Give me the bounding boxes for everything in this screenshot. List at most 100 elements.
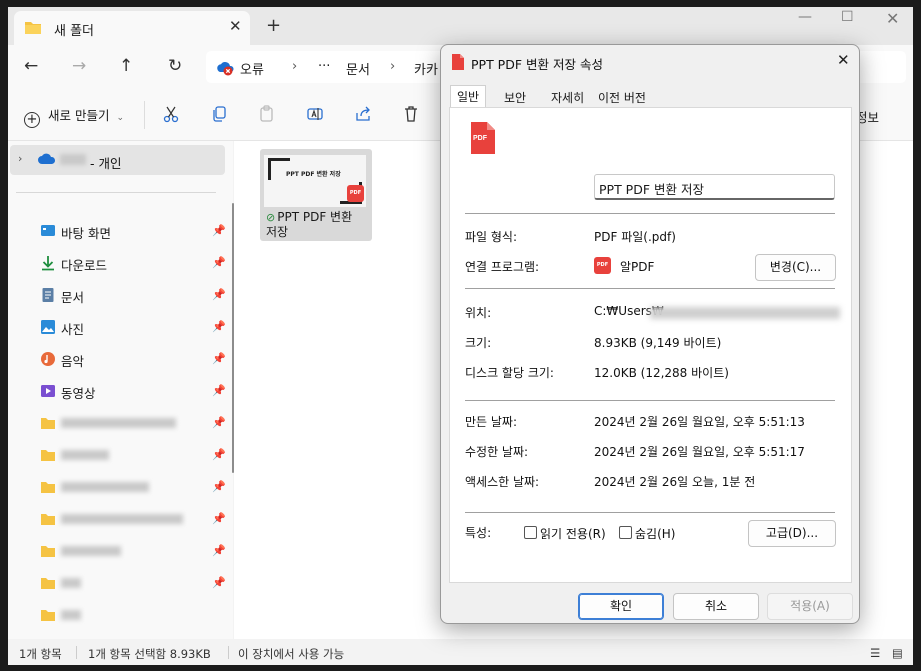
pin-icon: 📌: [212, 544, 226, 557]
file-type-label: 파일 형식:: [465, 230, 518, 244]
ok-button[interactable]: 확인: [578, 593, 664, 620]
breadcrumb-item[interactable]: 오류: [240, 59, 264, 78]
new-tab-button[interactable]: +: [266, 15, 281, 36]
tiles-view-icon[interactable]: ▤: [892, 646, 903, 660]
file-item-selected[interactable]: PPT PDF 변환 저장 PDF ⊘ PPT PDF 변환 저장: [260, 149, 372, 241]
up-arrow-icon[interactable]: ↑: [119, 56, 133, 76]
folder-icon: [41, 610, 55, 621]
sidebar-item-folder[interactable]: 📌: [36, 539, 226, 563]
sidebar-item-folder[interactable]: 📌: [36, 475, 226, 499]
breadcrumb-more[interactable]: ···: [318, 59, 330, 74]
file-name-field[interactable]: PPT PDF 변환 저장: [594, 174, 835, 200]
divider: [76, 646, 77, 659]
back-arrow-icon[interactable]: ←: [24, 56, 38, 76]
properties-dialog: PPT PDF 변환 저장 속성 ✕ 일반 보안 자세히 이전 버전 PDF P…: [440, 44, 860, 624]
file-name: ⊘ PPT PDF 변환 저장: [266, 210, 366, 239]
pin-icon: 📌: [212, 480, 226, 493]
dialog-title: PPT PDF 변환 저장 속성: [471, 57, 603, 72]
size-label: 크기:: [465, 336, 492, 350]
rename-icon[interactable]: [306, 105, 324, 126]
blurred-folder-name: [61, 482, 149, 492]
divider: [465, 213, 835, 214]
forward-arrow-icon[interactable]: →: [72, 56, 86, 76]
sidebar-item-videos[interactable]: 동영상 📌: [36, 379, 226, 403]
cut-icon[interactable]: [162, 105, 180, 126]
pin-icon: 📌: [212, 224, 226, 237]
copy-icon[interactable]: [210, 105, 228, 126]
folder-icon: [41, 578, 55, 589]
breadcrumb-item[interactable]: 문서: [346, 59, 370, 78]
tab-bar: 새 폴더 ✕ + — ☐ ✕: [8, 7, 913, 45]
tab-security[interactable]: 보안: [498, 87, 532, 107]
sidebar-item-music[interactable]: 음악 📌: [36, 347, 226, 371]
minimize-icon[interactable]: —: [798, 9, 812, 25]
chevron-right-icon[interactable]: ›: [18, 152, 22, 165]
new-button[interactable]: + 새로 만들기 ⌄: [24, 105, 124, 128]
sync-ok-icon: ⊘: [266, 211, 276, 224]
new-button-label: 새로 만들기: [47, 108, 110, 123]
sidebar-item-onedrive[interactable]: › - 개인: [10, 145, 225, 175]
divider: [228, 646, 229, 659]
share-icon[interactable]: [354, 105, 372, 126]
selection-info: 1개 항목 선택함 8.93KB: [88, 647, 211, 661]
modified-value: 2024년 2월 26일 월요일, 오후 5:51:17: [594, 445, 805, 459]
change-button[interactable]: 변경(C)...: [755, 254, 836, 281]
file-thumbnail: PPT PDF 변환 저장 PDF: [264, 155, 366, 207]
advanced-button[interactable]: 고급(D)...: [748, 520, 836, 547]
chevron-down-icon: ⌄: [116, 113, 124, 123]
blurred-path: [650, 307, 840, 319]
pdf-file-icon: [452, 54, 464, 70]
refresh-icon[interactable]: ↻: [168, 56, 182, 76]
navigation-pane: › - 개인 바탕 화면 📌 다운로드 📌 문서 📌 사진 📌 음악 📌 동영상…: [8, 141, 233, 639]
sidebar-item-documents[interactable]: 문서 📌: [36, 283, 226, 307]
sidebar-item-folder[interactable]: 📌: [36, 571, 226, 595]
onedrive-label: - 개인: [90, 156, 122, 171]
blurred-folder-name: [61, 418, 176, 428]
pin-icon: 📌: [212, 512, 226, 525]
sidebar-item-folder[interactable]: 📌: [36, 411, 226, 435]
pin-icon: 📌: [212, 288, 226, 301]
sidebar-item-folder[interactable]: 📌: [36, 507, 226, 531]
hidden-checkbox[interactable]: [619, 526, 632, 539]
sidebar-item-folder[interactable]: 📌: [36, 443, 226, 467]
readonly-label[interactable]: 읽기 전용(R): [540, 525, 606, 542]
folder-icon: [25, 22, 41, 34]
breadcrumb-item[interactable]: 카카: [414, 59, 438, 78]
hidden-label[interactable]: 숨김(H): [635, 525, 675, 542]
file-type-value: PDF 파일(.pdf): [594, 230, 676, 244]
tab-new-folder[interactable]: 새 폴더 ✕: [14, 11, 250, 45]
readonly-checkbox[interactable]: [524, 526, 537, 539]
maximize-icon[interactable]: ☐: [841, 9, 854, 25]
opens-with-value: 알PDF: [620, 260, 655, 274]
delete-icon[interactable]: [402, 105, 420, 126]
pictures-icon: [41, 320, 55, 334]
pin-icon: 📌: [212, 416, 226, 429]
blurred-folder-name: [61, 578, 81, 588]
apply-button[interactable]: 적용(A): [767, 593, 853, 620]
sidebar-item-label: 사진: [61, 322, 85, 337]
onedrive-error-icon: [217, 62, 234, 76]
folder-icon: [41, 418, 55, 429]
pin-icon: 📌: [212, 448, 226, 461]
location-label: 위치:: [465, 306, 492, 320]
sidebar-item-downloads[interactable]: 다운로드 📌: [36, 251, 226, 275]
sidebar-item-desktop[interactable]: 바탕 화면 📌: [36, 219, 226, 243]
sidebar-item-pictures[interactable]: 사진 📌: [36, 315, 226, 339]
desktop-icon: [41, 225, 55, 236]
modified-label: 수정한 날짜:: [465, 445, 529, 459]
paste-icon[interactable]: [258, 105, 276, 126]
sidebar-item-folder[interactable]: [36, 603, 226, 627]
tab-general[interactable]: 일반: [450, 85, 487, 107]
availability-status: 이 장치에서 사용 가능: [238, 647, 345, 661]
tab-previous-versions[interactable]: 이전 버전: [592, 87, 652, 107]
tab-details[interactable]: 자세히: [545, 87, 590, 107]
accessed-value: 2024년 2월 26일 오늘, 1분 전: [594, 475, 756, 489]
cancel-button[interactable]: 취소: [673, 593, 759, 620]
folder-icon: [41, 482, 55, 493]
item-count: 1개 항목: [19, 647, 62, 661]
close-tab-icon[interactable]: ✕: [229, 17, 242, 35]
close-icon[interactable]: ✕: [837, 51, 850, 69]
created-label: 만든 날짜:: [465, 415, 518, 429]
close-window-icon[interactable]: ✕: [886, 9, 899, 28]
details-view-icon[interactable]: ☰: [870, 646, 880, 660]
